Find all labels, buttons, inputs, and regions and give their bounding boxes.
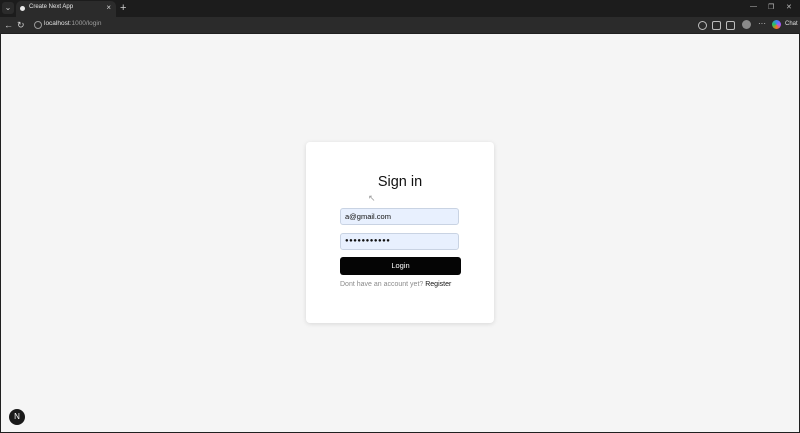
minimize-button[interactable]: — xyxy=(750,3,757,10)
chat-button-label[interactable]: Chat xyxy=(785,21,798,27)
collections-icon[interactable] xyxy=(726,21,735,30)
password-field[interactable]: ●●●●●●●●●●● xyxy=(340,233,459,250)
page-viewport: Sign in a@gmail.com ●●●●●●●●●●● Login Do… xyxy=(1,34,799,432)
read-aloud-icon[interactable] xyxy=(698,21,707,30)
site-info-icon[interactable] xyxy=(34,21,42,29)
copilot-icon[interactable] xyxy=(772,20,781,29)
url-host: localhost xyxy=(44,20,70,27)
tab-title: Create Next App xyxy=(29,4,74,10)
back-button[interactable]: ← xyxy=(4,19,13,31)
tab-bar: ⌄ Create Next App × + — ❐ ✕ xyxy=(0,0,800,17)
url-text: localhost:1000/login xyxy=(44,20,101,27)
tab-create-next-app[interactable]: Create Next App × xyxy=(16,1,116,17)
register-link[interactable]: Register xyxy=(425,281,451,288)
email-field[interactable]: a@gmail.com xyxy=(340,208,459,225)
reload-button[interactable]: ↻ xyxy=(17,19,25,31)
login-button[interactable]: Login xyxy=(340,257,461,275)
maximize-button[interactable]: ❐ xyxy=(768,3,774,11)
register-prompt: Dont have an account yet? Register xyxy=(340,281,470,288)
tab-search-button[interactable]: ⌄ xyxy=(2,2,14,14)
nextjs-dev-badge[interactable]: N xyxy=(9,409,25,425)
favicon-icon xyxy=(20,6,25,11)
register-prompt-text: Dont have an account yet? xyxy=(340,281,424,288)
profile-avatar[interactable] xyxy=(742,20,751,29)
page-title: Sign in xyxy=(377,174,423,190)
browser-toolbar: ← ↻ localhost:1000/login ··· Chat xyxy=(0,17,800,33)
mouse-cursor-icon: ↖ xyxy=(368,193,376,203)
address-bar[interactable]: localhost:1000/login xyxy=(30,19,690,31)
close-window-button[interactable]: ✕ xyxy=(786,3,792,11)
more-menu-button[interactable]: ··· xyxy=(758,19,766,28)
new-tab-button[interactable]: + xyxy=(120,1,126,15)
tab-close-icon[interactable]: × xyxy=(106,3,111,12)
url-path: :1000/login xyxy=(69,20,102,27)
login-card: Sign in a@gmail.com ●●●●●●●●●●● Login Do… xyxy=(306,142,494,323)
favorite-star-icon[interactable] xyxy=(712,21,721,30)
